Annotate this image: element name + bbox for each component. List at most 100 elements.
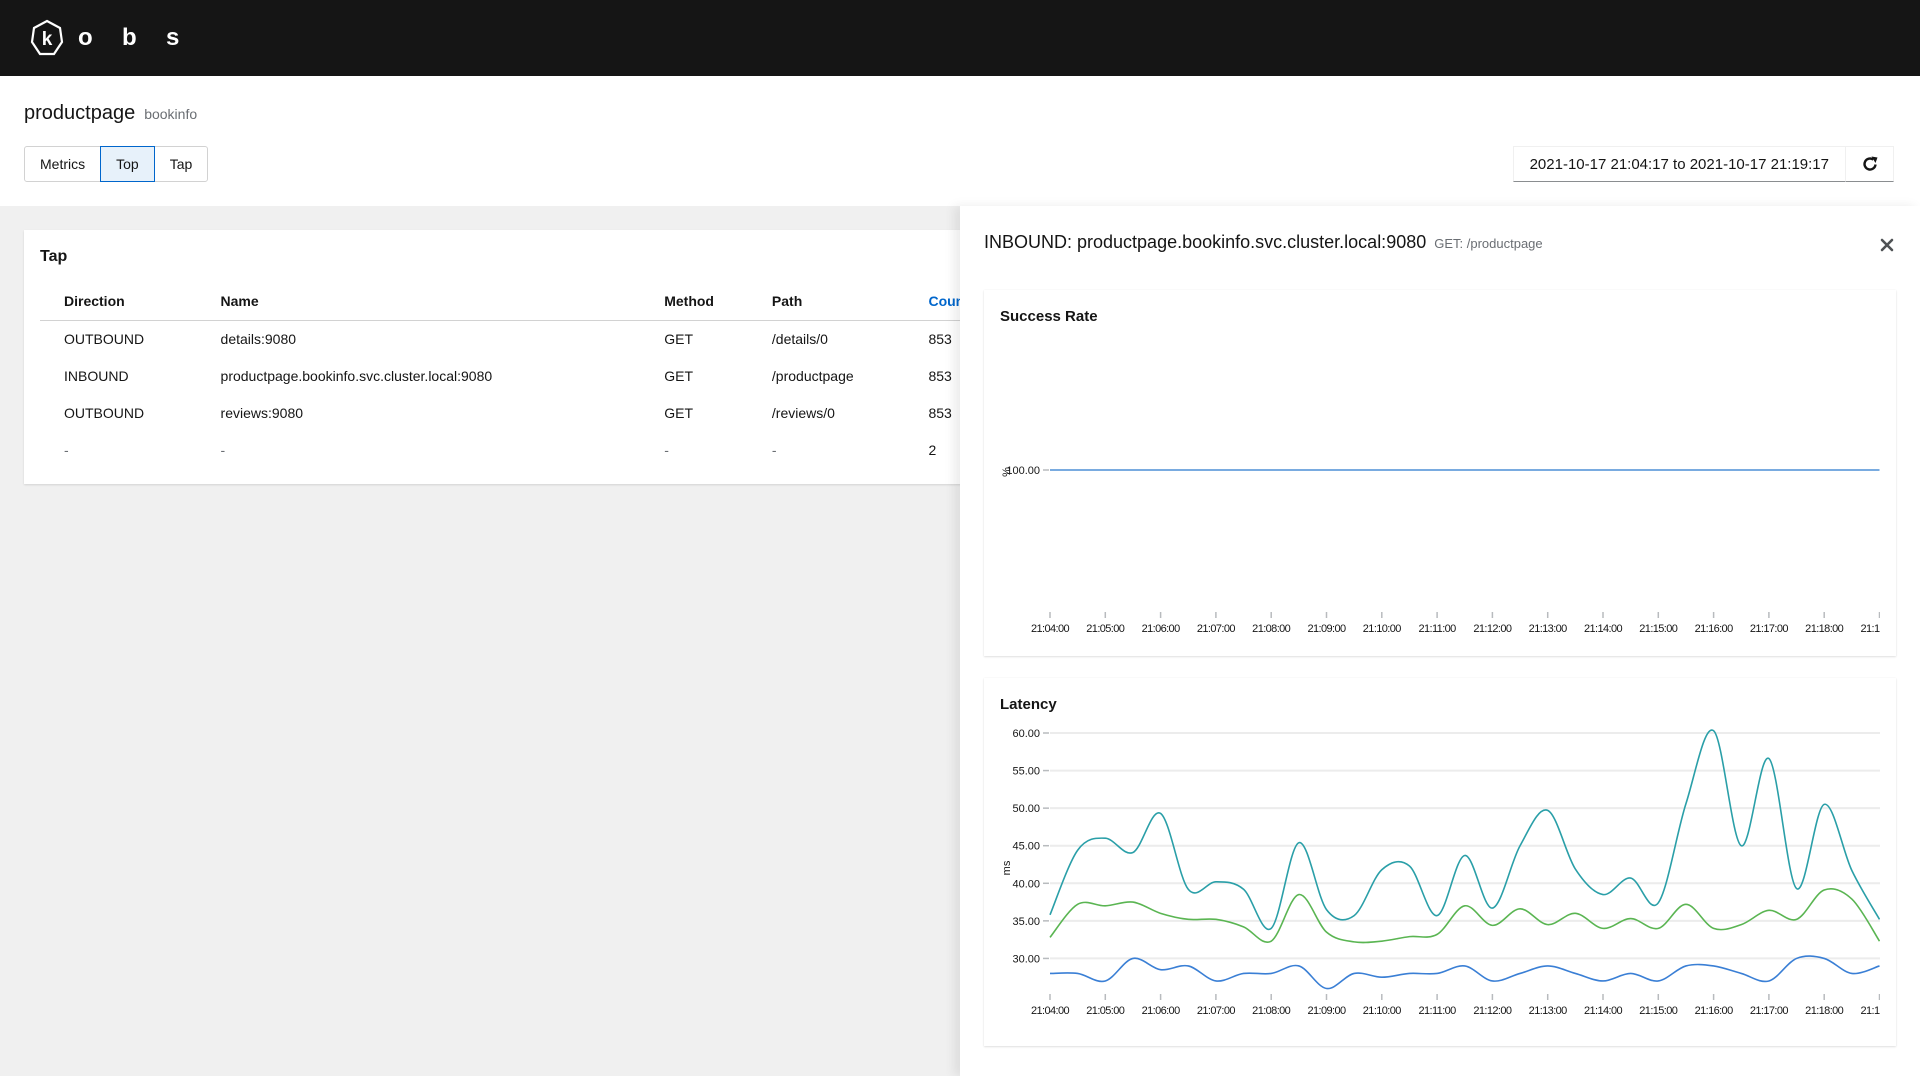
cell-name: reviews:9080 [220,404,304,421]
x-tick-label: 21:05:00 [1086,623,1125,635]
column-header-name[interactable]: Name [196,282,641,321]
x-axis: 21:04:00 21:05:00 21:06:00 21:07:00 21:08:00… [1031,994,1896,1017]
cell-name: details:9080 [220,330,297,347]
x-tick-label: 21:04:00 [1031,1005,1070,1017]
x-tick-label: 21:07:00 [1197,1005,1236,1017]
x-tick-label: 21:04:00 [1031,623,1070,635]
x-axis: 21:04:00 21:05:00 21:06:00 21:07:00 21:08:00… [1031,612,1896,635]
x-tick-label: 21:08:00 [1252,623,1291,635]
cell-direction: - [64,441,69,458]
cell-path: /productpage [771,367,854,384]
column-header-path[interactable]: Path [747,282,905,321]
series-line-p90 [1049,888,1880,944]
masthead: k o b s [0,0,1920,76]
page-title: productpage [24,102,136,124]
x-tick-label: 21:18:00 [1805,623,1844,635]
cell-direction: OUTBOUND [64,330,145,347]
tap-table: Direction Name Method Path Count OUTBOUN… [40,282,1024,468]
x-tick-label: 21:13:00 [1529,1005,1568,1017]
table-row[interactable]: - - - - 2 [40,431,1024,468]
logo-letter: s [166,24,180,51]
cell-method: - [664,441,669,458]
page-subtitle: bookinfo [144,106,198,122]
column-header-method[interactable]: Method [640,282,748,321]
x-tick-label: 21:18:00 [1805,1005,1844,1017]
x-tick-label: 21:12:00 [1473,1005,1512,1017]
column-header-direction[interactable]: Direction [40,282,197,321]
x-tick-label: 21:15:00 [1639,1005,1678,1017]
details-drawer: INBOUND: productpage.bookinfo.svc.cluste… [960,206,1920,1076]
x-tick-label: 21:19:00 [1860,623,1896,635]
x-tick-label: 21:13:00 [1529,623,1568,635]
view-toggle-group: Metrics Top Tap [24,146,209,182]
logo-letter: o [78,24,93,51]
cell-path: /details/0 [771,330,828,347]
y-axis-label: ms [1001,860,1013,875]
kobs-logo-icon: k [30,19,64,56]
cell-method: GET [664,330,693,347]
y-tick-label: 50.00 [1012,803,1040,815]
y-tick-label: 45.00 [1012,841,1040,853]
close-icon [1880,238,1894,252]
x-tick-label: 21:11:00 [1418,1005,1456,1017]
y-axis-label: % [1001,467,1013,477]
cell-path: /reviews/0 [771,404,835,421]
x-tick-label: 21:16:00 [1695,1005,1734,1017]
logo-badge-letter: k [42,29,53,50]
tab-top[interactable]: Top [100,146,155,182]
logo-letters: o b s [78,24,210,52]
latency-chart: 30.00 35.00 40.00 45.00 50.00 55.00 60.00 ms 21:… [1001,728,1896,1017]
cell-name: - [220,441,226,458]
cell-method: GET [664,367,693,384]
refresh-icon [1862,156,1877,171]
time-range-button[interactable]: 2021-10-17 21:04:17 to 2021-10-17 21:19:… [1512,146,1846,182]
x-tick-label: 21:11:00 [1418,623,1456,635]
y-tick-label: 35.00 [1012,916,1040,928]
success-rate-card: Success Rate 100.00% 21:04:00 21:05:00 21:0… [984,290,1896,656]
latency-card: Latency 30.00 35.00 40.00 45.00 50.00 55.00 60… [984,678,1896,1046]
title-row: productpage bookinfo [24,102,197,125]
cell-method: GET [664,404,693,421]
y-tick-label: 55.00 [1012,766,1040,778]
x-tick-label: 21:17:00 [1750,623,1789,635]
drawer-title: INBOUND: productpage.bookinfo.svc.cluste… [984,232,1543,253]
x-tick-label: 21:19:00 [1860,1005,1896,1017]
table-header-row: Direction Name Method Path Count [40,282,1024,321]
x-tick-label: 21:09:00 [1307,1005,1346,1017]
y-tick-label: 60.00 [1012,728,1040,740]
table-row[interactable]: OUTBOUND reviews:9080 GET /reviews/0 853 [40,394,1024,431]
x-tick-label: 21:14:00 [1584,623,1623,635]
x-tick-label: 21:06:00 [1142,623,1181,635]
series-line-p99 [1049,729,1880,931]
close-button[interactable] [1880,236,1894,257]
drawer-subtitle: GET: /productpage [1434,236,1543,251]
x-tick-label: 21:08:00 [1252,1005,1291,1017]
x-tick-label: 21:07:00 [1197,623,1236,635]
x-tick-label: 21:16:00 [1695,623,1734,635]
cell-direction: OUTBOUND [64,404,145,421]
x-tick-label: 21:12:00 [1473,623,1512,635]
x-tick-label: 21:14:00 [1584,1005,1623,1017]
tab-tap[interactable]: Tap [153,146,209,182]
cell-direction: INBOUND [64,367,129,384]
refresh-button[interactable] [1846,146,1894,182]
cell-name: productpage.bookinfo.svc.cluster.local:9… [220,367,493,384]
x-tick-label: 21:05:00 [1086,1005,1125,1017]
success-rate-chart: 100.00%21:04:00 21:05:00 21:06:00 21:07:00 2… [1001,465,1896,635]
logo[interactable]: k o b s [30,19,210,57]
tab-metrics[interactable]: Metrics [24,146,102,182]
drawer-title-text: INBOUND: productpage.bookinfo.svc.cluste… [984,232,1427,252]
x-tick-label: 21:10:00 [1363,1005,1402,1017]
page-header: productpage bookinfo Metrics Top Tap 202… [0,76,1920,206]
x-tick-label: 21:15:00 [1639,623,1678,635]
table-row[interactable]: INBOUND productpage.bookinfo.svc.cluster… [40,357,1024,394]
x-tick-label: 21:10:00 [1363,623,1402,635]
table-row[interactable]: OUTBOUND details:9080 GET /details/0 853 [40,320,1024,357]
x-tick-label: 21:09:00 [1307,623,1346,635]
series-line-p50 [1049,955,1880,990]
cell-path: - [771,441,777,458]
time-range-picker: 2021-10-17 21:04:17 to 2021-10-17 21:19:… [1512,146,1894,182]
x-tick-label: 21:17:00 [1750,1005,1789,1017]
tap-card: Tap Direction Name Method Path Count OUT… [24,230,1024,484]
tap-card-title: Tap [40,248,68,265]
